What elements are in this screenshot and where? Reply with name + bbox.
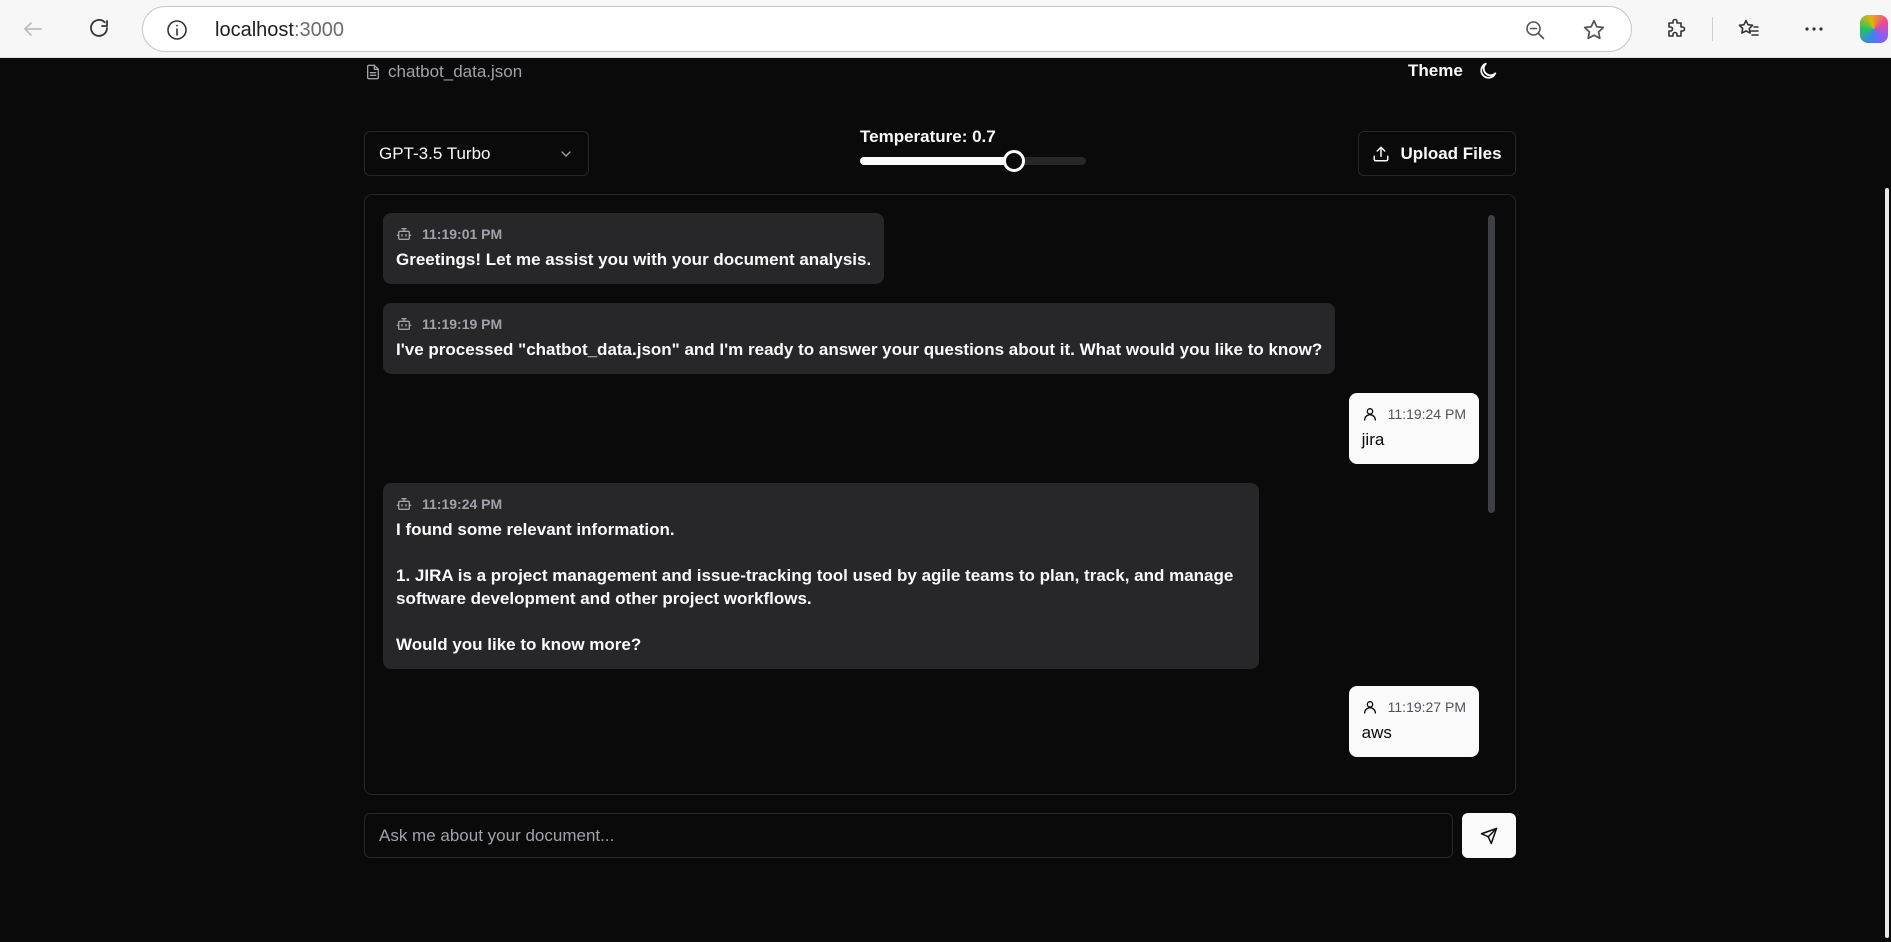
message-user: 11:19:27 PM aws xyxy=(1348,686,1479,757)
message-text: jira xyxy=(1361,430,1385,449)
message-text: I've processed "chatbot_data.json" and I… xyxy=(396,340,1323,359)
copilot-icon[interactable] xyxy=(1860,15,1888,43)
model-select-value: GPT-3.5 Turbo xyxy=(379,143,491,163)
page-scrollbar[interactable] xyxy=(1885,58,1891,942)
back-button[interactable] xyxy=(15,11,51,47)
chat-scrollbar-thumb[interactable] xyxy=(1488,215,1495,513)
message-timestamp: 11:19:24 PM xyxy=(422,496,503,512)
address-bar[interactable]: localhost:3000 xyxy=(142,6,1632,52)
browser-toolbar: localhost:3000 xyxy=(0,0,1891,58)
model-select[interactable]: GPT-3.5 Turbo xyxy=(364,131,589,176)
message-bot: 11:19:01 PM Greetings! Let me assist you… xyxy=(383,213,885,284)
message-user: 11:19:24 PM jira xyxy=(1348,393,1479,464)
message-text: Greetings! Let me assist you with your d… xyxy=(396,250,872,269)
message-text: aws xyxy=(1361,723,1392,742)
message-timestamp: 11:19:01 PM xyxy=(422,226,503,242)
upload-files-button[interactable]: Upload Files xyxy=(1358,131,1516,176)
slider-thumb[interactable] xyxy=(1002,150,1025,172)
info-icon[interactable] xyxy=(165,18,189,42)
user-icon xyxy=(1363,701,1376,714)
arrow-left-icon xyxy=(24,22,42,36)
puzzle-icon xyxy=(1668,18,1686,37)
message-text: I found some relevant information. 1. JI… xyxy=(396,520,1234,654)
extensions-button[interactable] xyxy=(1658,11,1694,47)
file-name-text: chatbot_data.json xyxy=(388,62,523,81)
theme-toggle[interactable]: Theme xyxy=(1408,60,1499,82)
page-scrollbar-thumb[interactable] xyxy=(1885,188,1889,938)
user-icon xyxy=(1363,408,1376,421)
toolbar-divider xyxy=(1712,17,1713,41)
bot-icon xyxy=(396,228,412,240)
chat-panel: 11:19:01 PM Greetings! Let me assist you… xyxy=(364,194,1516,795)
file-icon xyxy=(367,64,379,80)
message-timestamp: 11:19:27 PM xyxy=(1387,699,1466,715)
bot-icon xyxy=(396,498,412,510)
more-dots-icon xyxy=(1805,27,1823,31)
upload-files-label: Upload Files xyxy=(1400,143,1502,163)
temperature-label: Temperature: 0.7 xyxy=(860,127,996,146)
message-timestamp: 11:19:24 PM xyxy=(1387,406,1466,422)
current-file: chatbot_data.json xyxy=(365,62,522,82)
refresh-button[interactable] xyxy=(81,11,117,47)
zoom-out-icon[interactable] xyxy=(1523,18,1547,42)
favorites-list-icon xyxy=(1738,19,1759,36)
more-menu-button[interactable] xyxy=(1796,11,1832,47)
message-bot: 11:19:24 PM I found some relevant inform… xyxy=(383,483,1259,669)
moon-icon[interactable] xyxy=(1477,60,1499,82)
url-text: localhost:3000 xyxy=(215,19,344,41)
chat-input[interactable] xyxy=(364,813,1453,858)
upload-icon xyxy=(1373,146,1389,161)
chevron-down-icon xyxy=(561,150,571,157)
theme-label: Theme xyxy=(1408,61,1463,80)
send-icon xyxy=(1480,827,1498,844)
send-button[interactable] xyxy=(1462,813,1516,858)
slider-fill xyxy=(860,157,1014,165)
favorites-button[interactable] xyxy=(1731,11,1767,47)
favorite-star-icon[interactable] xyxy=(1581,17,1607,43)
message-bot: 11:19:19 PM I've processed "chatbot_data… xyxy=(383,303,1336,374)
temperature-slider[interactable] xyxy=(860,150,1086,172)
refresh-icon xyxy=(90,19,108,37)
bot-icon xyxy=(396,318,412,330)
message-timestamp: 11:19:19 PM xyxy=(422,316,503,332)
